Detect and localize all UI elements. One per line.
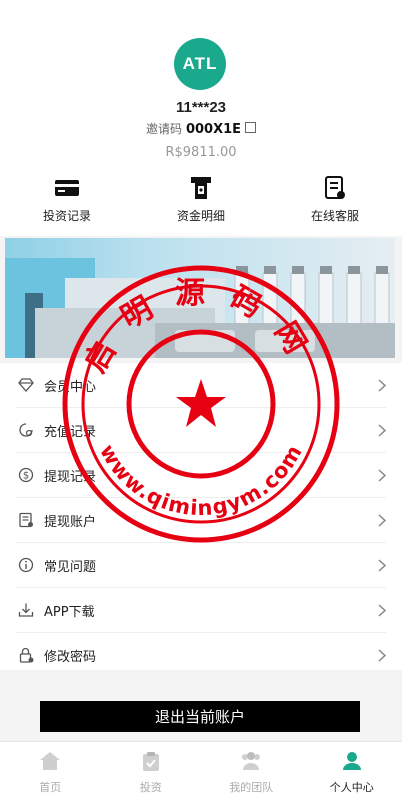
tab-my-team[interactable]: 我的团队 (201, 742, 302, 802)
logout-button[interactable]: 退出当前账户 (40, 701, 360, 732)
menu-item-withdraw-account[interactable]: 提现账户 (16, 498, 386, 543)
menu-item-label: 常见问题 (44, 556, 372, 575)
menu-list: 会员中心 充值记录 $ 提现记录 提现账户 常见问题 APP下载 修改密码 (0, 363, 402, 670)
avatar[interactable]: ATL (174, 38, 226, 90)
chevron-right-icon (372, 649, 386, 662)
tab-label: 首页 (39, 779, 61, 795)
menu-item-app-download[interactable]: APP下载 (16, 588, 386, 633)
chevron-right-icon (372, 604, 386, 617)
tab-label: 投资 (140, 779, 162, 795)
invite-code: 000X1E (186, 122, 241, 137)
card-icon (54, 175, 80, 201)
menu-item-label: 修改密码 (44, 646, 372, 665)
person-icon (342, 751, 362, 775)
tab-personal-center[interactable]: 个人中心 (302, 742, 402, 802)
home-icon (39, 751, 61, 775)
document-icon (324, 175, 346, 201)
chevron-right-icon (372, 379, 386, 392)
shortcut-label: 投资记录 (43, 207, 91, 224)
menu-item-label: APP下载 (44, 601, 372, 620)
profile-header: ATL 11***23 邀请码 000X1E R$9811.00 投资记录 资金明… (0, 0, 402, 236)
dollar-icon: $ (16, 465, 36, 485)
shortcut-online-service[interactable]: 在线客服 (268, 175, 402, 227)
shortcut-fund-details[interactable]: 资金明细 (134, 175, 268, 227)
tab-home[interactable]: 首页 (0, 742, 101, 802)
invite-label: 邀请码 (146, 122, 182, 136)
copy-icon[interactable] (245, 122, 256, 133)
shortcut-bar: 投资记录 资金明细 在线客服 (0, 175, 402, 227)
menu-item-change-password[interactable]: 修改密码 (16, 633, 386, 677)
svg-text:$: $ (23, 471, 29, 482)
recharge-icon (16, 420, 36, 440)
menu-item-faq[interactable]: 常见问题 (16, 543, 386, 588)
team-icon (239, 751, 263, 775)
tab-label: 个人中心 (330, 779, 374, 795)
diamond-icon (16, 375, 36, 395)
account-icon (16, 510, 36, 530)
shortcut-label: 在线客服 (311, 207, 359, 224)
balance: R$9811.00 (0, 145, 402, 160)
promo-banner[interactable] (5, 238, 395, 358)
info-icon (16, 555, 36, 575)
menu-item-recharge-records[interactable]: 充值记录 (16, 408, 386, 453)
tab-label: 我的团队 (229, 779, 273, 795)
lock-icon (16, 645, 36, 665)
chevron-right-icon (372, 424, 386, 437)
menu-item-label: 提现记录 (44, 466, 372, 485)
clipboard-icon (141, 751, 161, 775)
username: 11***23 (0, 99, 402, 116)
tab-invest[interactable]: 投资 (101, 742, 202, 802)
menu-item-label: 提现账户 (44, 511, 372, 530)
chevron-right-icon (372, 559, 386, 572)
shortcut-label: 资金明细 (177, 207, 225, 224)
menu-item-member-center[interactable]: 会员中心 (16, 363, 386, 408)
shortcut-investment-records[interactable]: 投资记录 (0, 175, 134, 227)
chevron-right-icon (372, 514, 386, 527)
menu-item-label: 充值记录 (44, 421, 372, 440)
atm-icon (190, 175, 212, 201)
menu-item-withdraw-records[interactable]: $ 提现记录 (16, 453, 386, 498)
menu-item-label: 会员中心 (44, 376, 372, 395)
chevron-right-icon (372, 469, 386, 482)
download-icon (16, 600, 36, 620)
bottom-tab-bar: 首页 投资 我的团队 个人中心 (0, 741, 402, 802)
invite-row: 邀请码 000X1E (0, 120, 402, 137)
